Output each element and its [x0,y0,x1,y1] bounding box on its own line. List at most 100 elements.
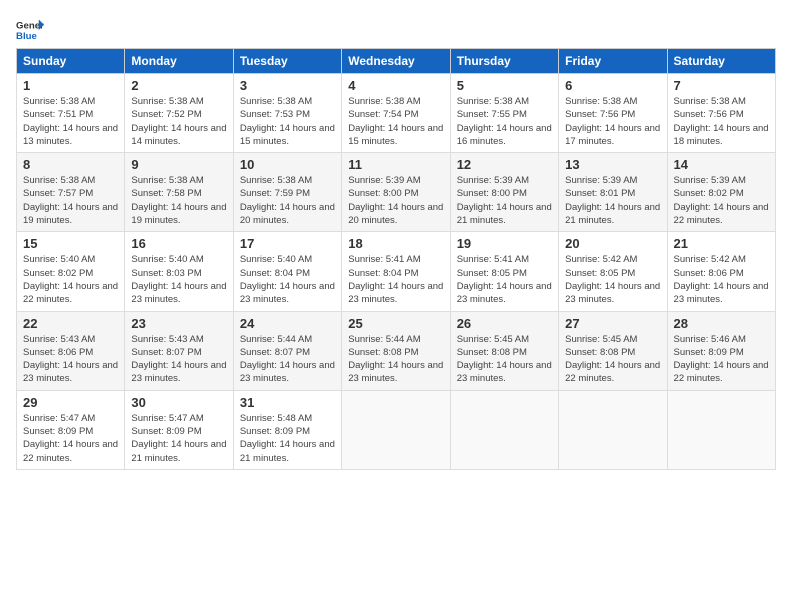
calendar-cell: 20 Sunrise: 5:42 AMSunset: 8:05 PMDaylig… [559,232,667,311]
calendar-cell: 27 Sunrise: 5:45 AMSunset: 8:08 PMDaylig… [559,311,667,390]
calendar-cell: 6 Sunrise: 5:38 AMSunset: 7:56 PMDayligh… [559,74,667,153]
calendar-cell: 3 Sunrise: 5:38 AMSunset: 7:53 PMDayligh… [233,74,341,153]
day-number: 25 [348,316,443,331]
calendar-cell: 8 Sunrise: 5:38 AMSunset: 7:57 PMDayligh… [17,153,125,232]
day-header: Tuesday [233,49,341,74]
calendar-week-row: 29 Sunrise: 5:47 AMSunset: 8:09 PMDaylig… [17,390,776,469]
day-detail: Sunrise: 5:43 AMSunset: 8:07 PMDaylight:… [131,333,226,386]
day-header: Sunday [17,49,125,74]
calendar-cell: 12 Sunrise: 5:39 AMSunset: 8:00 PMDaylig… [450,153,558,232]
day-number: 21 [674,236,769,251]
calendar-week-row: 1 Sunrise: 5:38 AMSunset: 7:51 PMDayligh… [17,74,776,153]
day-headers-row: SundayMondayTuesdayWednesdayThursdayFrid… [17,49,776,74]
day-detail: Sunrise: 5:39 AMSunset: 8:00 PMDaylight:… [348,174,443,227]
day-detail: Sunrise: 5:47 AMSunset: 8:09 PMDaylight:… [23,412,118,465]
calendar-cell: 25 Sunrise: 5:44 AMSunset: 8:08 PMDaylig… [342,311,450,390]
svg-text:Blue: Blue [16,31,37,42]
day-number: 8 [23,157,118,172]
day-detail: Sunrise: 5:38 AMSunset: 7:53 PMDaylight:… [240,95,335,148]
calendar-cell: 10 Sunrise: 5:38 AMSunset: 7:59 PMDaylig… [233,153,341,232]
calendar-cell: 29 Sunrise: 5:47 AMSunset: 8:09 PMDaylig… [17,390,125,469]
day-number: 4 [348,78,443,93]
day-detail: Sunrise: 5:38 AMSunset: 7:57 PMDaylight:… [23,174,118,227]
day-number: 27 [565,316,660,331]
day-detail: Sunrise: 5:40 AMSunset: 8:04 PMDaylight:… [240,253,335,306]
day-number: 28 [674,316,769,331]
calendar-cell: 13 Sunrise: 5:39 AMSunset: 8:01 PMDaylig… [559,153,667,232]
day-detail: Sunrise: 5:41 AMSunset: 8:05 PMDaylight:… [457,253,552,306]
day-detail: Sunrise: 5:38 AMSunset: 7:55 PMDaylight:… [457,95,552,148]
day-number: 9 [131,157,226,172]
day-number: 29 [23,395,118,410]
page-header: General Blue [16,16,776,44]
calendar-cell: 28 Sunrise: 5:46 AMSunset: 8:09 PMDaylig… [667,311,775,390]
calendar-cell: 18 Sunrise: 5:41 AMSunset: 8:04 PMDaylig… [342,232,450,311]
day-detail: Sunrise: 5:42 AMSunset: 8:05 PMDaylight:… [565,253,660,306]
day-number: 14 [674,157,769,172]
day-detail: Sunrise: 5:38 AMSunset: 7:52 PMDaylight:… [131,95,226,148]
day-detail: Sunrise: 5:44 AMSunset: 8:08 PMDaylight:… [348,333,443,386]
day-detail: Sunrise: 5:39 AMSunset: 8:01 PMDaylight:… [565,174,660,227]
day-number: 17 [240,236,335,251]
calendar-cell: 19 Sunrise: 5:41 AMSunset: 8:05 PMDaylig… [450,232,558,311]
calendar-table: SundayMondayTuesdayWednesdayThursdayFrid… [16,48,776,470]
day-header: Monday [125,49,233,74]
day-number: 23 [131,316,226,331]
calendar-week-row: 22 Sunrise: 5:43 AMSunset: 8:06 PMDaylig… [17,311,776,390]
day-detail: Sunrise: 5:38 AMSunset: 7:51 PMDaylight:… [23,95,118,148]
calendar-cell: 22 Sunrise: 5:43 AMSunset: 8:06 PMDaylig… [17,311,125,390]
day-detail: Sunrise: 5:45 AMSunset: 8:08 PMDaylight:… [565,333,660,386]
day-number: 1 [23,78,118,93]
day-number: 13 [565,157,660,172]
calendar-cell [667,390,775,469]
calendar-cell: 15 Sunrise: 5:40 AMSunset: 8:02 PMDaylig… [17,232,125,311]
calendar-cell: 21 Sunrise: 5:42 AMSunset: 8:06 PMDaylig… [667,232,775,311]
logo: General Blue [16,16,44,44]
day-detail: Sunrise: 5:38 AMSunset: 7:56 PMDaylight:… [674,95,769,148]
calendar-cell: 14 Sunrise: 5:39 AMSunset: 8:02 PMDaylig… [667,153,775,232]
day-number: 5 [457,78,552,93]
day-detail: Sunrise: 5:46 AMSunset: 8:09 PMDaylight:… [674,333,769,386]
calendar-cell: 5 Sunrise: 5:38 AMSunset: 7:55 PMDayligh… [450,74,558,153]
day-detail: Sunrise: 5:38 AMSunset: 7:54 PMDaylight:… [348,95,443,148]
calendar-cell [342,390,450,469]
calendar-cell: 7 Sunrise: 5:38 AMSunset: 7:56 PMDayligh… [667,74,775,153]
calendar-cell: 31 Sunrise: 5:48 AMSunset: 8:09 PMDaylig… [233,390,341,469]
day-detail: Sunrise: 5:44 AMSunset: 8:07 PMDaylight:… [240,333,335,386]
day-number: 6 [565,78,660,93]
day-detail: Sunrise: 5:47 AMSunset: 8:09 PMDaylight:… [131,412,226,465]
day-number: 26 [457,316,552,331]
day-detail: Sunrise: 5:43 AMSunset: 8:06 PMDaylight:… [23,333,118,386]
day-number: 3 [240,78,335,93]
day-number: 10 [240,157,335,172]
calendar-cell: 4 Sunrise: 5:38 AMSunset: 7:54 PMDayligh… [342,74,450,153]
logo-icon: General Blue [16,16,44,44]
day-number: 30 [131,395,226,410]
day-detail: Sunrise: 5:40 AMSunset: 8:03 PMDaylight:… [131,253,226,306]
calendar-cell: 11 Sunrise: 5:39 AMSunset: 8:00 PMDaylig… [342,153,450,232]
day-number: 22 [23,316,118,331]
day-number: 16 [131,236,226,251]
day-number: 19 [457,236,552,251]
day-number: 20 [565,236,660,251]
day-detail: Sunrise: 5:38 AMSunset: 7:59 PMDaylight:… [240,174,335,227]
day-detail: Sunrise: 5:42 AMSunset: 8:06 PMDaylight:… [674,253,769,306]
day-detail: Sunrise: 5:40 AMSunset: 8:02 PMDaylight:… [23,253,118,306]
day-number: 11 [348,157,443,172]
calendar-cell: 30 Sunrise: 5:47 AMSunset: 8:09 PMDaylig… [125,390,233,469]
day-number: 24 [240,316,335,331]
calendar-cell: 16 Sunrise: 5:40 AMSunset: 8:03 PMDaylig… [125,232,233,311]
calendar-cell: 24 Sunrise: 5:44 AMSunset: 8:07 PMDaylig… [233,311,341,390]
calendar-cell: 9 Sunrise: 5:38 AMSunset: 7:58 PMDayligh… [125,153,233,232]
day-number: 12 [457,157,552,172]
day-header: Saturday [667,49,775,74]
day-number: 7 [674,78,769,93]
calendar-cell: 17 Sunrise: 5:40 AMSunset: 8:04 PMDaylig… [233,232,341,311]
day-header: Thursday [450,49,558,74]
day-detail: Sunrise: 5:38 AMSunset: 7:58 PMDaylight:… [131,174,226,227]
day-detail: Sunrise: 5:39 AMSunset: 8:02 PMDaylight:… [674,174,769,227]
day-detail: Sunrise: 5:39 AMSunset: 8:00 PMDaylight:… [457,174,552,227]
day-header: Wednesday [342,49,450,74]
calendar-cell: 2 Sunrise: 5:38 AMSunset: 7:52 PMDayligh… [125,74,233,153]
day-detail: Sunrise: 5:38 AMSunset: 7:56 PMDaylight:… [565,95,660,148]
